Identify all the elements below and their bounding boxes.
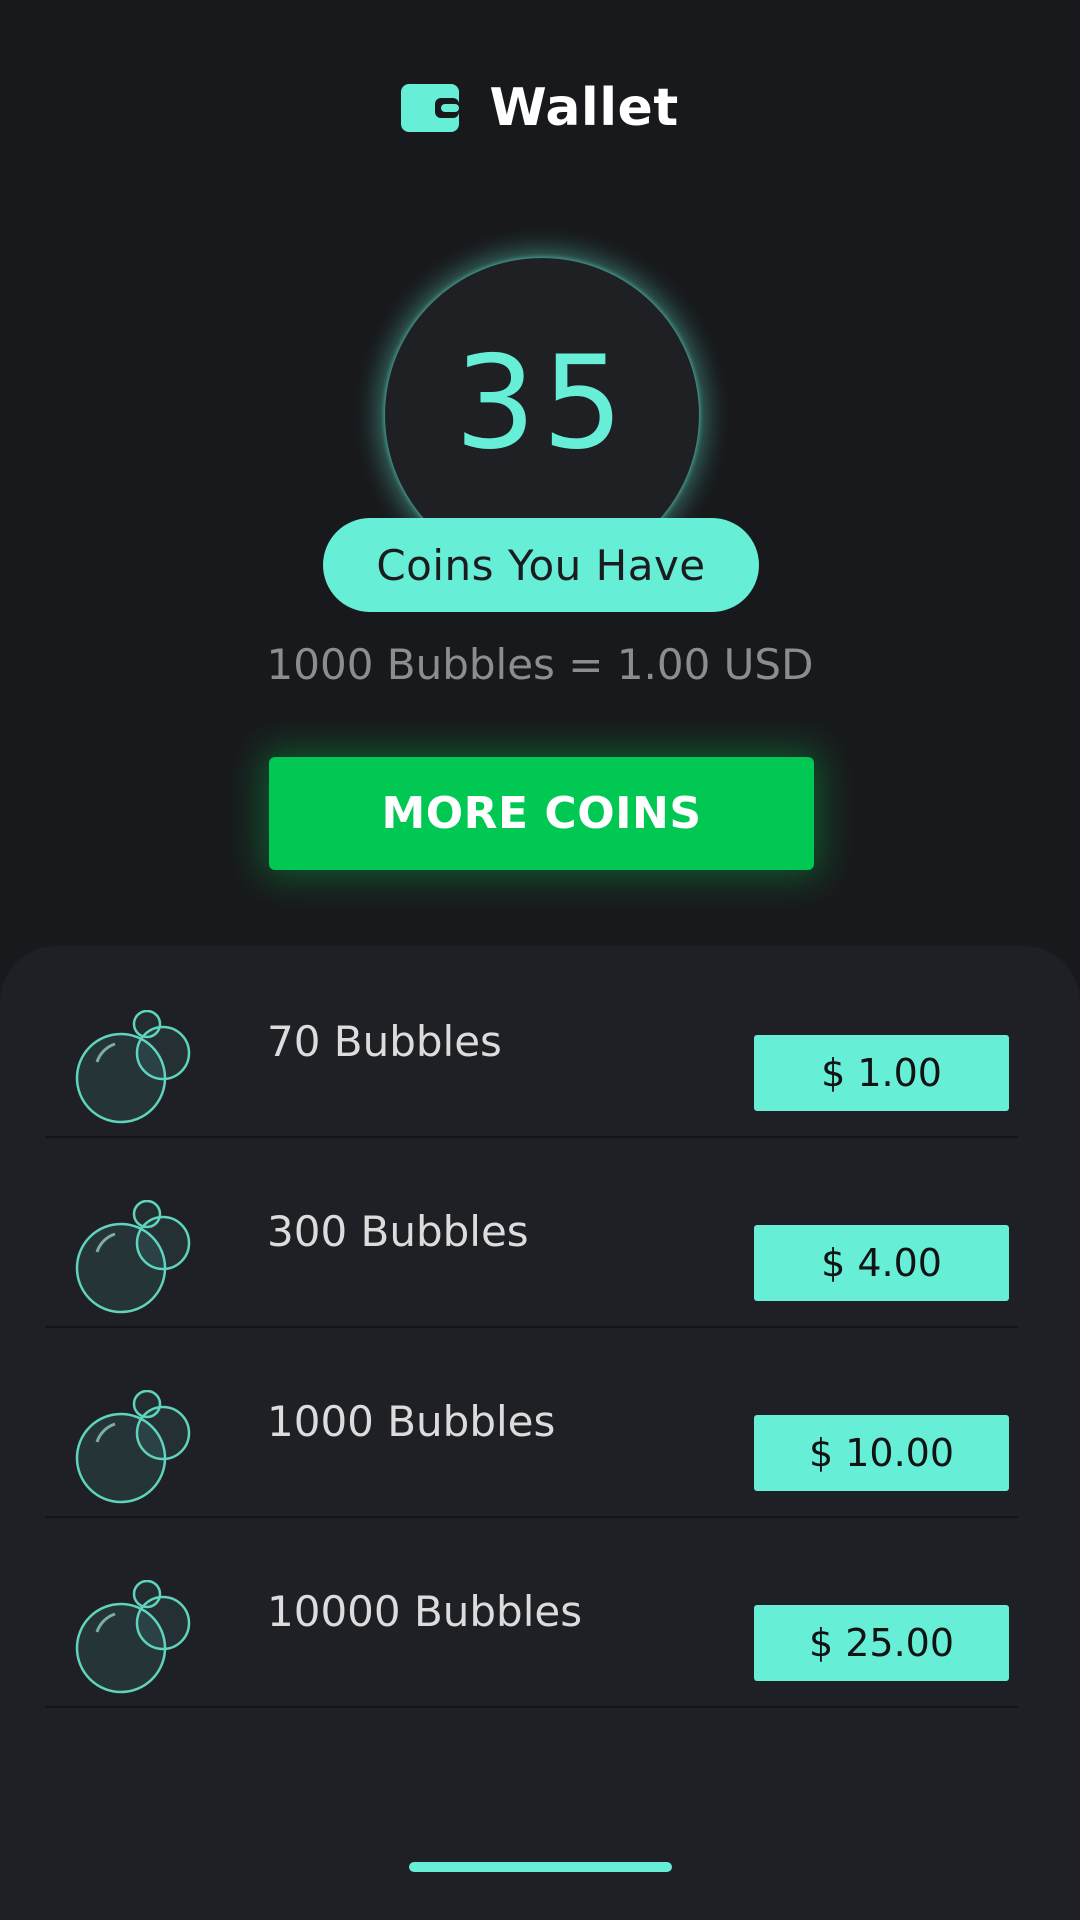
coins-you-have-label: Coins You Have (323, 518, 759, 612)
bubbles-icon (75, 1390, 191, 1504)
package-row: 1000 Bubbles $ 10.00 (45, 1326, 1018, 1518)
price-button[interactable]: $ 1.00 (754, 1035, 1009, 1111)
exchange-rate-text: 1000 Bubbles = 1.00 USD (266, 640, 814, 689)
more-coins-button[interactable]: MORE COINS (269, 757, 814, 870)
package-label: 1000 Bubbles (267, 1396, 556, 1446)
package-row: 300 Bubbles $ 4.00 (45, 1136, 1018, 1328)
page-title: Wallet (489, 78, 679, 138)
package-label: 10000 Bubbles (267, 1586, 583, 1636)
package-row: 10000 Bubbles $ 25.00 (45, 1516, 1018, 1708)
bubbles-icon (75, 1010, 191, 1124)
header: Wallet (0, 78, 1080, 138)
price-button[interactable]: $ 10.00 (754, 1415, 1009, 1491)
package-row: 70 Bubbles $ 1.00 (45, 946, 1018, 1138)
price-button[interactable]: $ 4.00 (754, 1225, 1009, 1301)
packages-panel: 70 Bubbles $ 1.00 300 Bubbles $ 4.00 100… (0, 946, 1080, 1920)
package-label: 300 Bubbles (267, 1206, 529, 1256)
wallet-icon (401, 84, 460, 132)
package-label: 70 Bubbles (267, 1016, 502, 1066)
home-indicator[interactable] (409, 1862, 672, 1872)
price-button[interactable]: $ 25.00 (754, 1605, 1009, 1681)
bubbles-icon (75, 1580, 191, 1694)
bubbles-icon (75, 1200, 191, 1314)
